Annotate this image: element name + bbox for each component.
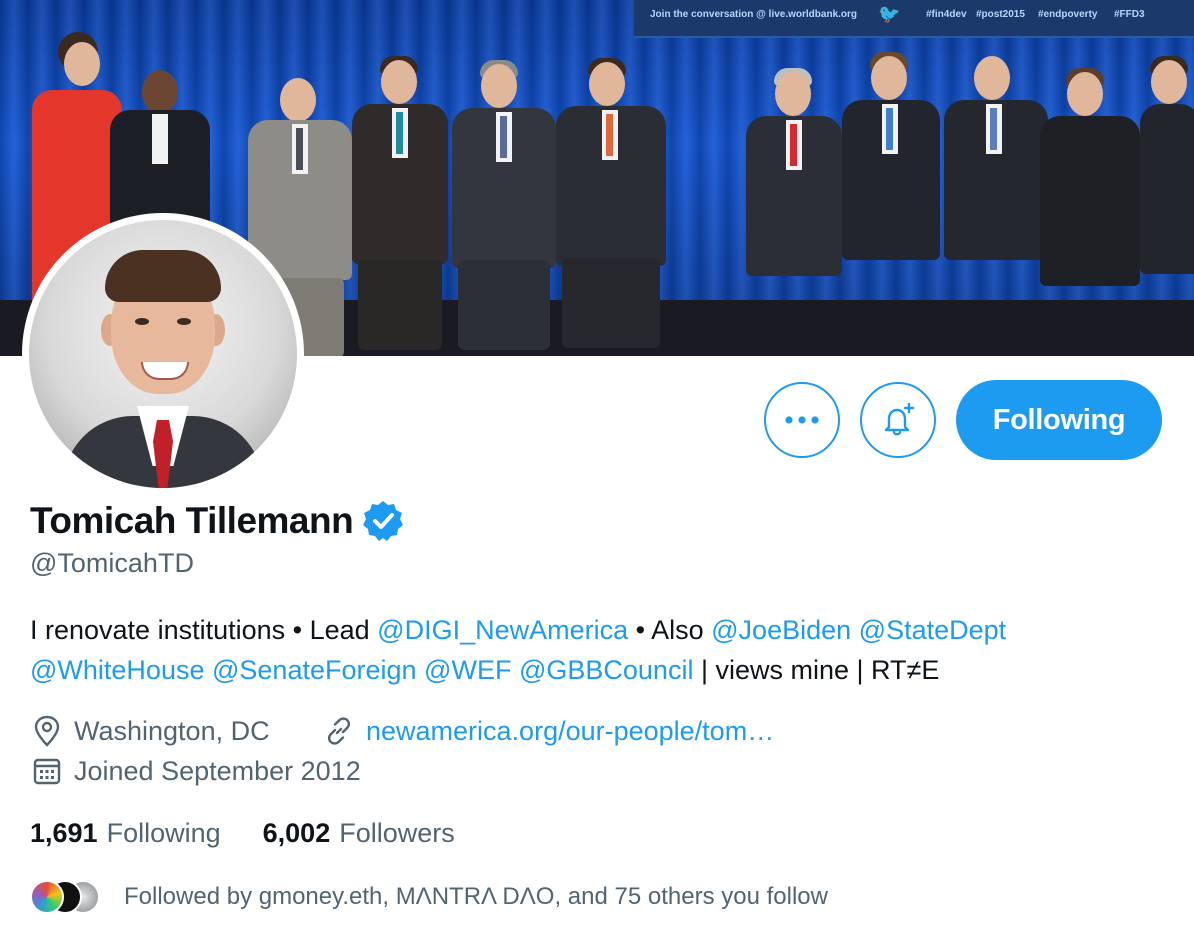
profile-joined: Joined September 2012 bbox=[30, 754, 361, 788]
profile-bio: I renovate institutions • Lead @DIGI_New… bbox=[30, 610, 1170, 690]
bio-text: | views mine | RT≠E bbox=[693, 655, 940, 685]
bio-mention-link[interactable]: @SenateForeign bbox=[212, 655, 417, 685]
profile-location: Washington, DC bbox=[30, 714, 270, 748]
followers-stat[interactable]: 6,002 Followers bbox=[263, 818, 455, 849]
banner-screen-text: Join the conversation @ live.worldbank.o… bbox=[650, 9, 858, 20]
calendar-icon bbox=[30, 754, 64, 788]
bio-text bbox=[511, 655, 519, 685]
followers-label: Followers bbox=[339, 818, 455, 848]
bio-mention-link[interactable]: @StateDept bbox=[859, 615, 1007, 645]
website-link[interactable]: newamerica.org/our-people/tom… bbox=[366, 716, 774, 747]
bio-mention-link[interactable]: @WEF bbox=[424, 655, 511, 685]
joined-text: Joined September 2012 bbox=[74, 755, 361, 786]
followed-by-avatars bbox=[30, 878, 102, 916]
followed-by[interactable]: Followed by gmoney.eth, MΛNTRΛ DΛO, and … bbox=[30, 878, 828, 916]
profile-avatar[interactable] bbox=[22, 213, 304, 495]
bio-line: I renovate institutions • Lead @DIGI_New… bbox=[30, 610, 1170, 650]
profile-name-row: Tomicah Tillemann bbox=[30, 496, 405, 546]
bio-text bbox=[417, 655, 425, 685]
display-name: Tomicah Tillemann bbox=[30, 500, 354, 541]
bio-mention-link[interactable]: @JoeBiden bbox=[711, 615, 851, 645]
more-button[interactable] bbox=[764, 382, 840, 458]
notifications-button[interactable] bbox=[860, 382, 936, 458]
bio-mention-link[interactable]: @GBBCouncil bbox=[519, 655, 693, 685]
following-button[interactable]: Following bbox=[956, 380, 1162, 460]
profile-website[interactable]: newamerica.org/our-people/tom… bbox=[322, 714, 774, 748]
followed-by-text: Followed by gmoney.eth, MΛNTRΛ DΛO, and … bbox=[124, 883, 828, 910]
bio-text bbox=[204, 655, 212, 685]
bio-text: I renovate institutions • Lead bbox=[30, 615, 378, 645]
banner-screen-text: #post2015 bbox=[976, 9, 1025, 20]
banner-screen: Join the conversation @ live.worldbank.o… bbox=[634, 0, 1194, 38]
following-count: 1,691 bbox=[30, 818, 98, 848]
more-horizontal-icon bbox=[785, 416, 819, 424]
bell-plus-icon bbox=[884, 402, 915, 436]
mini-avatar bbox=[30, 880, 64, 914]
following-stat[interactable]: 1,691 Following bbox=[30, 818, 221, 849]
bio-mention-link[interactable]: @DIGI_NewAmerica bbox=[377, 615, 628, 645]
banner-screen-text: #fin4dev bbox=[926, 9, 967, 20]
location-text: Washington, DC bbox=[74, 715, 270, 746]
profile-handle: @TomicahTD bbox=[30, 548, 194, 578]
link-icon bbox=[322, 714, 356, 748]
bio-mention-link[interactable]: @WhiteHouse bbox=[30, 655, 204, 685]
banner-screen-text: #FFD3 bbox=[1114, 9, 1145, 20]
twitter-bird-icon: 🐦 bbox=[878, 4, 901, 24]
banner-screen-text: #endpoverty bbox=[1038, 9, 1098, 20]
bio-text bbox=[851, 615, 859, 645]
avatar-photo bbox=[29, 220, 297, 488]
location-pin-icon bbox=[30, 714, 64, 748]
following-label: Following bbox=[106, 818, 221, 848]
followers-count: 6,002 bbox=[262, 818, 331, 848]
bio-line: @WhiteHouse @SenateForeign @WEF @GBBCoun… bbox=[30, 650, 1170, 690]
verified-badge-icon bbox=[363, 501, 404, 541]
bio-text: • Also bbox=[628, 615, 712, 645]
profile-stats: 1,691 Following 6,002 Followers bbox=[30, 818, 455, 849]
